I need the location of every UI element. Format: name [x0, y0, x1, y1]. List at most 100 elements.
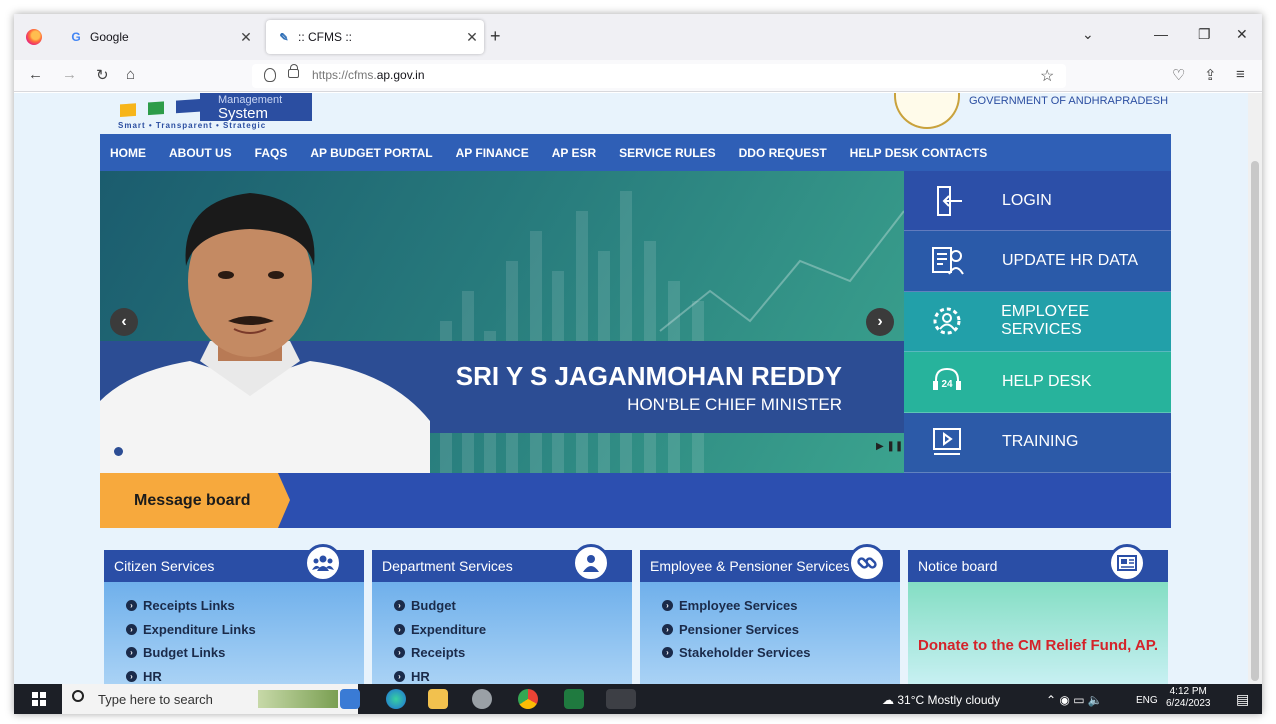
url-text[interactable]: https://cfms.ap.gov.in: [312, 68, 425, 82]
svg-text:24: 24: [941, 379, 953, 390]
windows-start-icon[interactable]: [32, 692, 46, 706]
close-window-icon[interactable]: ✕: [1236, 26, 1248, 43]
user-icon: [572, 544, 610, 582]
link-chain-icon: [848, 544, 886, 582]
scrollbar-thumb[interactable]: [1251, 161, 1259, 681]
file-explorer-tile-icon[interactable]: [340, 689, 360, 709]
back-icon[interactable]: ←: [28, 66, 43, 83]
carousel-prev-icon[interactable]: ‹: [110, 308, 138, 336]
menu-icon[interactable]: ≡: [1236, 66, 1245, 83]
tab-title: Google: [90, 30, 129, 44]
lock-icon[interactable]: [288, 64, 299, 78]
side-menu: LOGIN UPDATE HR DATA EMPLOYEE SERVICES 2…: [904, 171, 1171, 473]
link-receipts[interactable]: › Receipts Links: [126, 594, 364, 618]
restore-icon[interactable]: ❐: [1198, 26, 1211, 43]
nav-home[interactable]: HOME: [110, 146, 146, 160]
close-icon[interactable]: ✕: [234, 29, 258, 46]
cfms-logo[interactable]: Management System Smart • Transparent • …: [100, 93, 312, 131]
side-item-login[interactable]: LOGIN: [904, 171, 1171, 232]
firefox-taskbar-icon[interactable]: [606, 689, 636, 709]
excel-icon[interactable]: [564, 689, 584, 709]
link-hr[interactable]: › HR: [394, 665, 632, 685]
notifications-icon[interactable]: ▤: [1236, 691, 1249, 708]
link-pensioner-services[interactable]: › Pensioner Services: [662, 618, 900, 642]
card-title: Notice board: [918, 558, 998, 574]
language-indicator[interactable]: ENG: [1136, 695, 1158, 706]
carousel-dot[interactable]: [114, 447, 123, 456]
minimize-icon[interactable]: —: [1154, 26, 1168, 42]
logo-box: Management System: [200, 93, 312, 121]
tray-icons[interactable]: ⌃ ◉ ▭ 🔈: [1046, 693, 1103, 707]
side-item-training[interactable]: TRAINING: [904, 412, 1171, 473]
nav-about-us[interactable]: ABOUT US: [169, 146, 232, 160]
tracking-shield-icon[interactable]: [264, 68, 276, 82]
link-employee-services[interactable]: › Employee Services: [662, 594, 900, 618]
browser-window: G Google ✕ ✎ :: CFMS :: ✕ + ⌄ — ❐ ✕ ← → …: [14, 14, 1262, 714]
training-screen-icon: [922, 425, 972, 459]
nav-faqs[interactable]: FAQS: [255, 146, 288, 160]
side-item-help-desk[interactable]: 24 HELP DESK: [904, 352, 1171, 413]
link-budget[interactable]: › Budget: [394, 594, 632, 618]
nav-service-rules[interactable]: SERVICE RULES: [619, 146, 715, 160]
reload-icon[interactable]: ↻: [96, 66, 109, 84]
citizen-services-card: Citizen Services › Receipts Links › Expend…: [104, 544, 364, 685]
taskbar-search[interactable]: Type here to search: [62, 684, 358, 714]
nav-ddo-request[interactable]: DDO REQUEST: [739, 146, 827, 160]
circle-arrow-icon: ›: [662, 647, 673, 659]
link-expenditure[interactable]: › Expenditure: [394, 618, 632, 642]
google-g-icon: G: [71, 30, 81, 44]
bookmark-star-icon[interactable]: ☆: [1040, 66, 1054, 86]
nav-ap-finance[interactable]: AP FINANCE: [456, 146, 529, 160]
link-expenditure[interactable]: › Expenditure Links: [126, 618, 364, 642]
new-tab-icon[interactable]: +: [490, 26, 501, 47]
play-pause-icon[interactable]: ▶ ❚❚: [876, 441, 903, 452]
settings-gear-icon[interactable]: [472, 689, 492, 709]
share-icon[interactable]: ⇪: [1204, 66, 1217, 84]
link-stakeholder-services[interactable]: › Stakeholder Services: [662, 641, 900, 665]
helpdesk-24-icon: 24: [922, 365, 972, 399]
link-label: Pensioner Services: [679, 621, 799, 637]
card-title: Employee & Pensioner Services: [650, 558, 850, 574]
side-item-employee-services[interactable]: EMPLOYEE SERVICES: [904, 291, 1171, 353]
nav-ap-esr[interactable]: AP ESR: [552, 146, 596, 160]
tab-list-icon[interactable]: ⌄: [1082, 26, 1094, 43]
carousel-next-icon[interactable]: ›: [866, 308, 894, 336]
nav-ap-budget-portal[interactable]: AP BUDGET PORTAL: [310, 146, 432, 160]
page-scrollbar[interactable]: [1248, 93, 1262, 684]
cfms-favicon: ✎: [279, 31, 289, 44]
side-item-label: HELP DESK: [1002, 372, 1092, 390]
banner-carousel: SRI Y S JAGANMOHAN REDDY HON'BLE CHIEF M…: [100, 171, 904, 473]
firefox-icon[interactable]: [26, 29, 42, 45]
employee-pensioner-services-card: Employee & Pensioner Services › Employee …: [640, 544, 900, 684]
chrome-icon[interactable]: [518, 689, 538, 709]
link-hr[interactable]: › HR: [126, 665, 364, 685]
clock[interactable]: 4:12 PM 6/24/2023: [1166, 686, 1211, 710]
folder-icon[interactable]: [428, 689, 448, 709]
clock-time: 4:12 PM: [1169, 686, 1207, 697]
link-receipts[interactable]: › Receipts: [394, 641, 632, 665]
tab-strip: G Google ✕ ✎ :: CFMS :: ✕ + ⌄ — ❐ ✕: [14, 14, 1262, 60]
link-budget[interactable]: › Budget Links: [126, 641, 364, 665]
clock-date: 6/24/2023: [1166, 698, 1211, 709]
circle-arrow-icon: ›: [394, 647, 405, 659]
forward-icon[interactable]: →: [62, 66, 77, 83]
logo-tagline: Smart • Transparent • Strategic: [118, 121, 267, 130]
notice-donate-link[interactable]: Donate to the CM Relief Fund, AP.: [918, 637, 1158, 654]
tab-cfms[interactable]: ✎ :: CFMS :: ✕: [266, 20, 484, 54]
pocket-icon[interactable]: ♡: [1172, 66, 1185, 84]
edge-icon[interactable]: [386, 689, 406, 709]
main-navigation: HOME ABOUT US FAQS AP BUDGET PORTAL AP F…: [100, 134, 1171, 171]
weather-widget[interactable]: ☁ 31°C Mostly cloudy: [882, 693, 1000, 707]
logo-arrows-icon: [120, 99, 200, 117]
side-item-update-hr-data[interactable]: UPDATE HR DATA: [904, 231, 1171, 292]
link-label: Expenditure: [411, 621, 487, 637]
close-icon[interactable]: ✕: [460, 29, 484, 46]
circle-arrow-icon: ›: [394, 670, 405, 682]
search-icon: [72, 690, 84, 702]
nav-help-desk-contacts[interactable]: HELP DESK CONTACTS: [850, 146, 988, 160]
government-title: GOVERNMENT OF ANDHRAPRADESH: [969, 95, 1169, 107]
link-label: Stakeholder Services: [679, 645, 811, 661]
home-icon[interactable]: ⌂: [126, 66, 135, 83]
tab-google[interactable]: G Google ✕: [58, 20, 258, 54]
link-label: Expenditure Links: [143, 621, 256, 637]
